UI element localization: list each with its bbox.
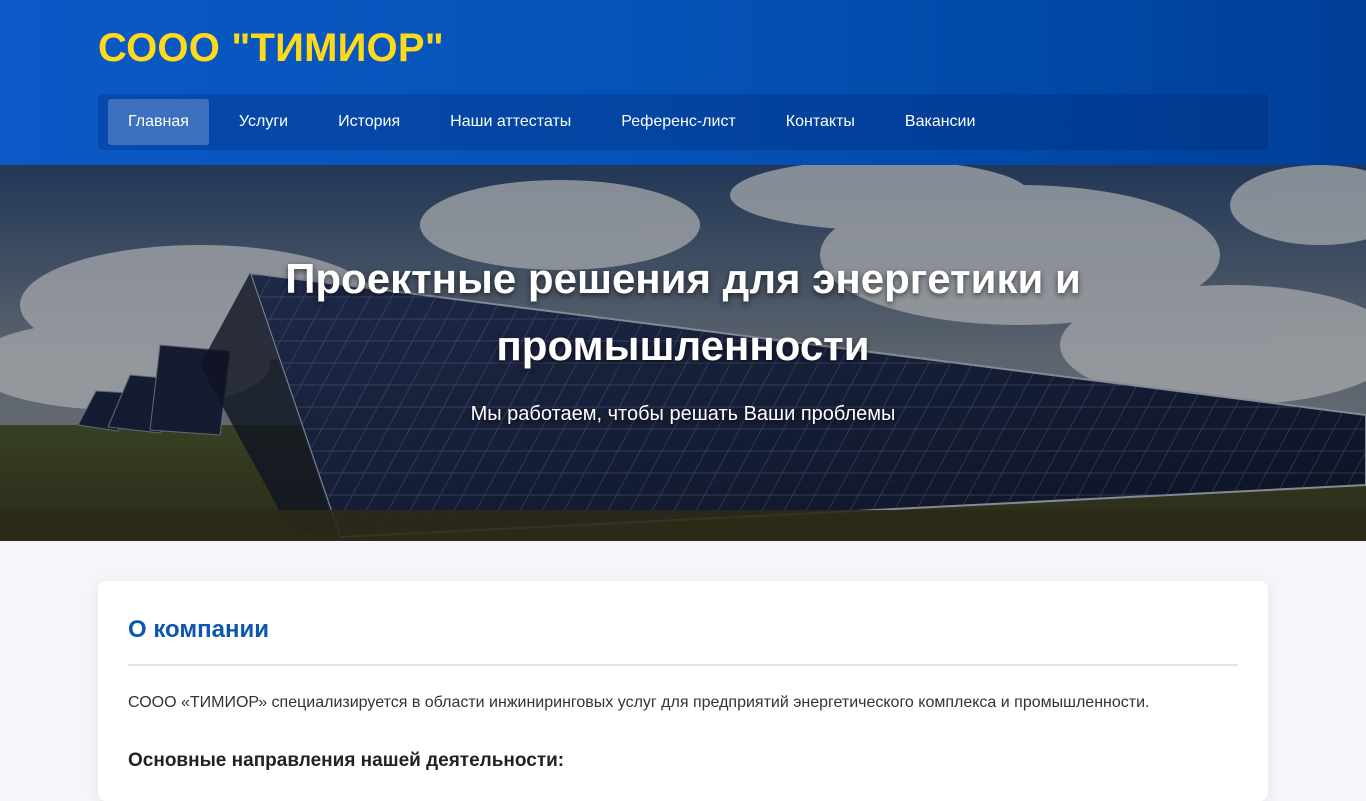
nav-item-history[interactable]: История (318, 99, 420, 145)
about-company-card: О компании СООО «ТИМИОР» специализируетс… (98, 581, 1268, 801)
nav-item-reference-list[interactable]: Референс-лист (601, 99, 756, 145)
hero-title-line-1: Проектные решения для энергетики и (285, 255, 1081, 302)
site-header: СООО "ТИМИОР" Главная Услуги История Наш… (0, 0, 1366, 165)
nav-item-certificates[interactable]: Наши аттестаты (430, 99, 591, 145)
site-logo-title[interactable]: СООО "ТИМИОР" (98, 26, 444, 71)
hero-banner: Проектные решения для энергетики и промы… (0, 165, 1366, 541)
main-navigation: Главная Услуги История Наши аттестаты Ре… (98, 94, 1268, 150)
hero-subtitle: Мы работаем, чтобы решать Ваши проблемы (470, 403, 896, 425)
nav-item-vacancies[interactable]: Вакансии (885, 99, 996, 145)
about-description: СООО «ТИМИОР» специализируется в области… (128, 694, 1150, 711)
nav-item-contacts[interactable]: Контакты (766, 99, 875, 145)
hero-title-line-2: промышленности (496, 322, 870, 369)
about-section-title: О компании (128, 616, 269, 643)
hero-title: Проектные решения для энергетики и промы… (0, 245, 1366, 379)
nav-item-services[interactable]: Услуги (219, 99, 308, 145)
section-divider (128, 664, 1238, 666)
activities-subheading: Основные направления нашей деятельности: (128, 750, 565, 771)
nav-item-home[interactable]: Главная (108, 99, 209, 145)
